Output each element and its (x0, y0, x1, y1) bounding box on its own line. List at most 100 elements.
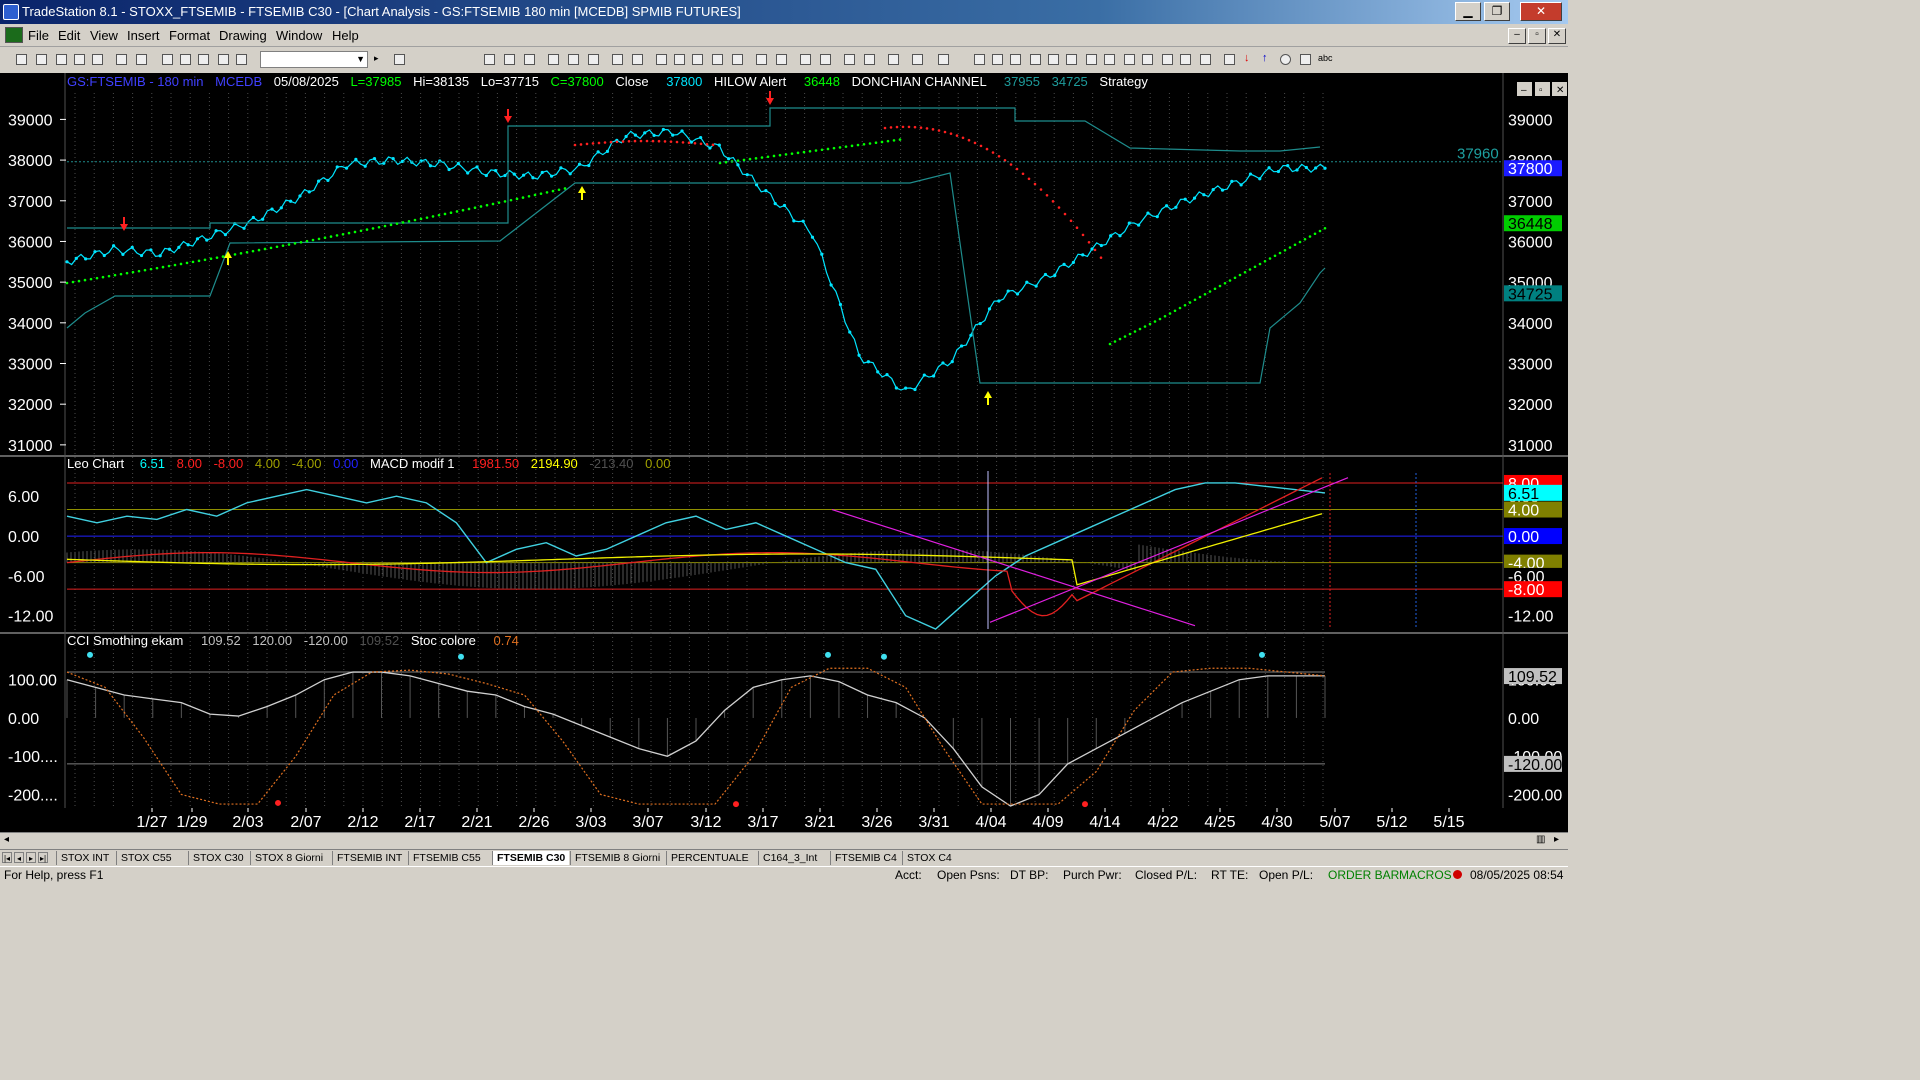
tab-stox-8-giorni[interactable]: STOX 8 Giorni (250, 851, 327, 865)
tab-prev-button[interactable]: ◂ (14, 852, 24, 863)
ticks-icon[interactable] (732, 54, 743, 65)
scroll-left-icon[interactable]: ◂ (4, 834, 9, 845)
pencil-icon[interactable] (1200, 54, 1211, 65)
symbol-combo[interactable]: ▼ (260, 51, 368, 68)
status-order-bar[interactable]: ORDER BAR (1328, 868, 1399, 882)
fan-icon[interactable] (1124, 54, 1135, 65)
channel-icon[interactable] (1030, 54, 1041, 65)
strategy-icon[interactable] (568, 54, 579, 65)
menu-format[interactable]: Format (169, 28, 210, 43)
text-icon[interactable]: abc (1318, 53, 1334, 64)
scroll-thumb-icon[interactable]: ▥ (1536, 834, 1545, 845)
gann-icon[interactable] (1066, 54, 1077, 65)
order-icon[interactable] (912, 54, 923, 65)
radar-icon[interactable] (656, 54, 667, 65)
print-preview-icon[interactable] (116, 54, 127, 65)
tab-ftsemib-8-giorni[interactable]: FTSEMIB 8 Giorni (570, 851, 664, 865)
open-icon[interactable] (36, 54, 47, 65)
mdi-minimize-button[interactable]: ‒ (1508, 28, 1526, 44)
status-macros[interactable]: MACROS (1399, 868, 1452, 882)
indicator-icon[interactable] (548, 54, 559, 65)
menu-window[interactable]: Window (276, 28, 322, 43)
tab-stox-c55[interactable]: STOX C55 (116, 851, 176, 865)
trade-icon[interactable] (938, 54, 949, 65)
tab-ftsemib-c4[interactable]: FTSEMIB C4 (830, 851, 901, 865)
tab-ftsemib-c55[interactable]: FTSEMIB C55 (408, 851, 485, 865)
color-icon[interactable] (236, 54, 247, 65)
arrow-up-icon[interactable]: ↑ (1262, 52, 1273, 64)
menu-help[interactable]: Help (332, 28, 359, 43)
andrews-icon[interactable] (1104, 54, 1115, 65)
vertical-line-icon[interactable] (992, 54, 1003, 65)
drawing-icon[interactable] (218, 54, 229, 65)
trendline-up[interactable] (989, 477, 1349, 623)
zoom-out-icon[interactable] (820, 54, 831, 65)
ellipse-icon[interactable] (1280, 54, 1291, 65)
tab-c164-3-int[interactable]: C164_3_Int (758, 851, 821, 865)
parallel-icon[interactable] (1162, 54, 1173, 65)
scroll-right-icon[interactable]: ▸ (1554, 834, 1559, 845)
arc-icon[interactable] (1180, 54, 1191, 65)
price-line[interactable] (66, 128, 1326, 391)
cci-pane[interactable] (66, 651, 1326, 808)
arrow-lr-icon[interactable] (1142, 54, 1153, 65)
options-icon[interactable] (712, 54, 723, 65)
tab-ftsemib-c30[interactable]: FTSEMIB C30 (492, 851, 570, 865)
zoom-in-bars-icon[interactable] (756, 54, 767, 65)
minimize-button[interactable]: ▁ (1455, 2, 1481, 21)
new-workspace-icon[interactable] (74, 54, 85, 65)
tab-ftsemib-int[interactable]: FTSEMIB INT (332, 851, 406, 865)
table-icon[interactable] (524, 54, 535, 65)
trendline-icon[interactable] (974, 54, 985, 65)
window-link-icon[interactable] (632, 54, 643, 65)
rectangle-icon[interactable] (1300, 54, 1311, 65)
horizontal-line-icon[interactable] (1010, 54, 1021, 65)
menu-file[interactable]: File (28, 28, 49, 43)
scanner-icon[interactable] (674, 54, 685, 65)
tools-icon[interactable] (888, 54, 899, 65)
save-icon[interactable] (92, 54, 103, 65)
speed-lines-icon[interactable] (1086, 54, 1097, 65)
horizontal-scrollbar[interactable]: ◂ ▥ ▸ (0, 832, 1568, 849)
pointer-icon[interactable] (844, 54, 855, 65)
tab-last-button[interactable]: ▸| (38, 852, 48, 863)
mdi-close-button[interactable]: ✕ (1548, 28, 1566, 44)
tab-first-button[interactable]: |◂ (2, 852, 12, 863)
menu-edit[interactable]: Edit (58, 28, 80, 43)
trendline-down[interactable] (831, 508, 1196, 627)
price-pane[interactable]: 37960 (65, 91, 1503, 405)
chart-canvas[interactable]: 37960 3900039000380003800037000370003600… (0, 73, 1568, 808)
chart-type-icon[interactable] (484, 54, 495, 65)
tab-percentuale[interactable]: PERCENTUALE (666, 851, 753, 865)
curve-icon[interactable] (1224, 54, 1235, 65)
copy-icon[interactable] (180, 54, 191, 65)
cut-icon[interactable] (162, 54, 173, 65)
lock-icon[interactable] (198, 54, 209, 65)
new-icon[interactable] (16, 54, 27, 65)
format-icon[interactable] (588, 54, 599, 65)
print-icon[interactable] (136, 54, 147, 65)
matrix-icon[interactable] (692, 54, 703, 65)
chart-window-icon[interactable] (5, 27, 23, 43)
fibonacci-icon[interactable] (1048, 54, 1059, 65)
find-icon[interactable] (394, 54, 405, 65)
go-arrow-icon[interactable]: ▸ (374, 53, 385, 64)
mdi-restore-button[interactable]: ▫ (1528, 28, 1546, 44)
zoom-out-bars-icon[interactable] (776, 54, 787, 65)
symbol-list-icon[interactable] (612, 54, 623, 65)
tab-stox-c30[interactable]: STOX C30 (188, 851, 248, 865)
zoom-in-icon[interactable] (800, 54, 811, 65)
tab-stox-int[interactable]: STOX INT (56, 851, 113, 865)
menu-drawing[interactable]: Drawing (219, 28, 267, 43)
tab-stox-c4[interactable]: STOX C4 (902, 851, 956, 865)
data-tips-icon[interactable] (864, 54, 875, 65)
arrow-down-icon[interactable]: ↓ (1244, 52, 1255, 64)
close-button[interactable]: ✕ (1520, 2, 1562, 21)
new-chart-icon[interactable] (56, 54, 67, 65)
chart-area[interactable]: 37960 3900039000380003800037000370003600… (0, 73, 1568, 808)
tab-next-button[interactable]: ▸ (26, 852, 36, 863)
menu-insert[interactable]: Insert (127, 28, 160, 43)
maximize-button[interactable]: ❐ (1484, 2, 1510, 21)
menu-view[interactable]: View (90, 28, 118, 43)
bar-chart-icon[interactable] (504, 54, 515, 65)
